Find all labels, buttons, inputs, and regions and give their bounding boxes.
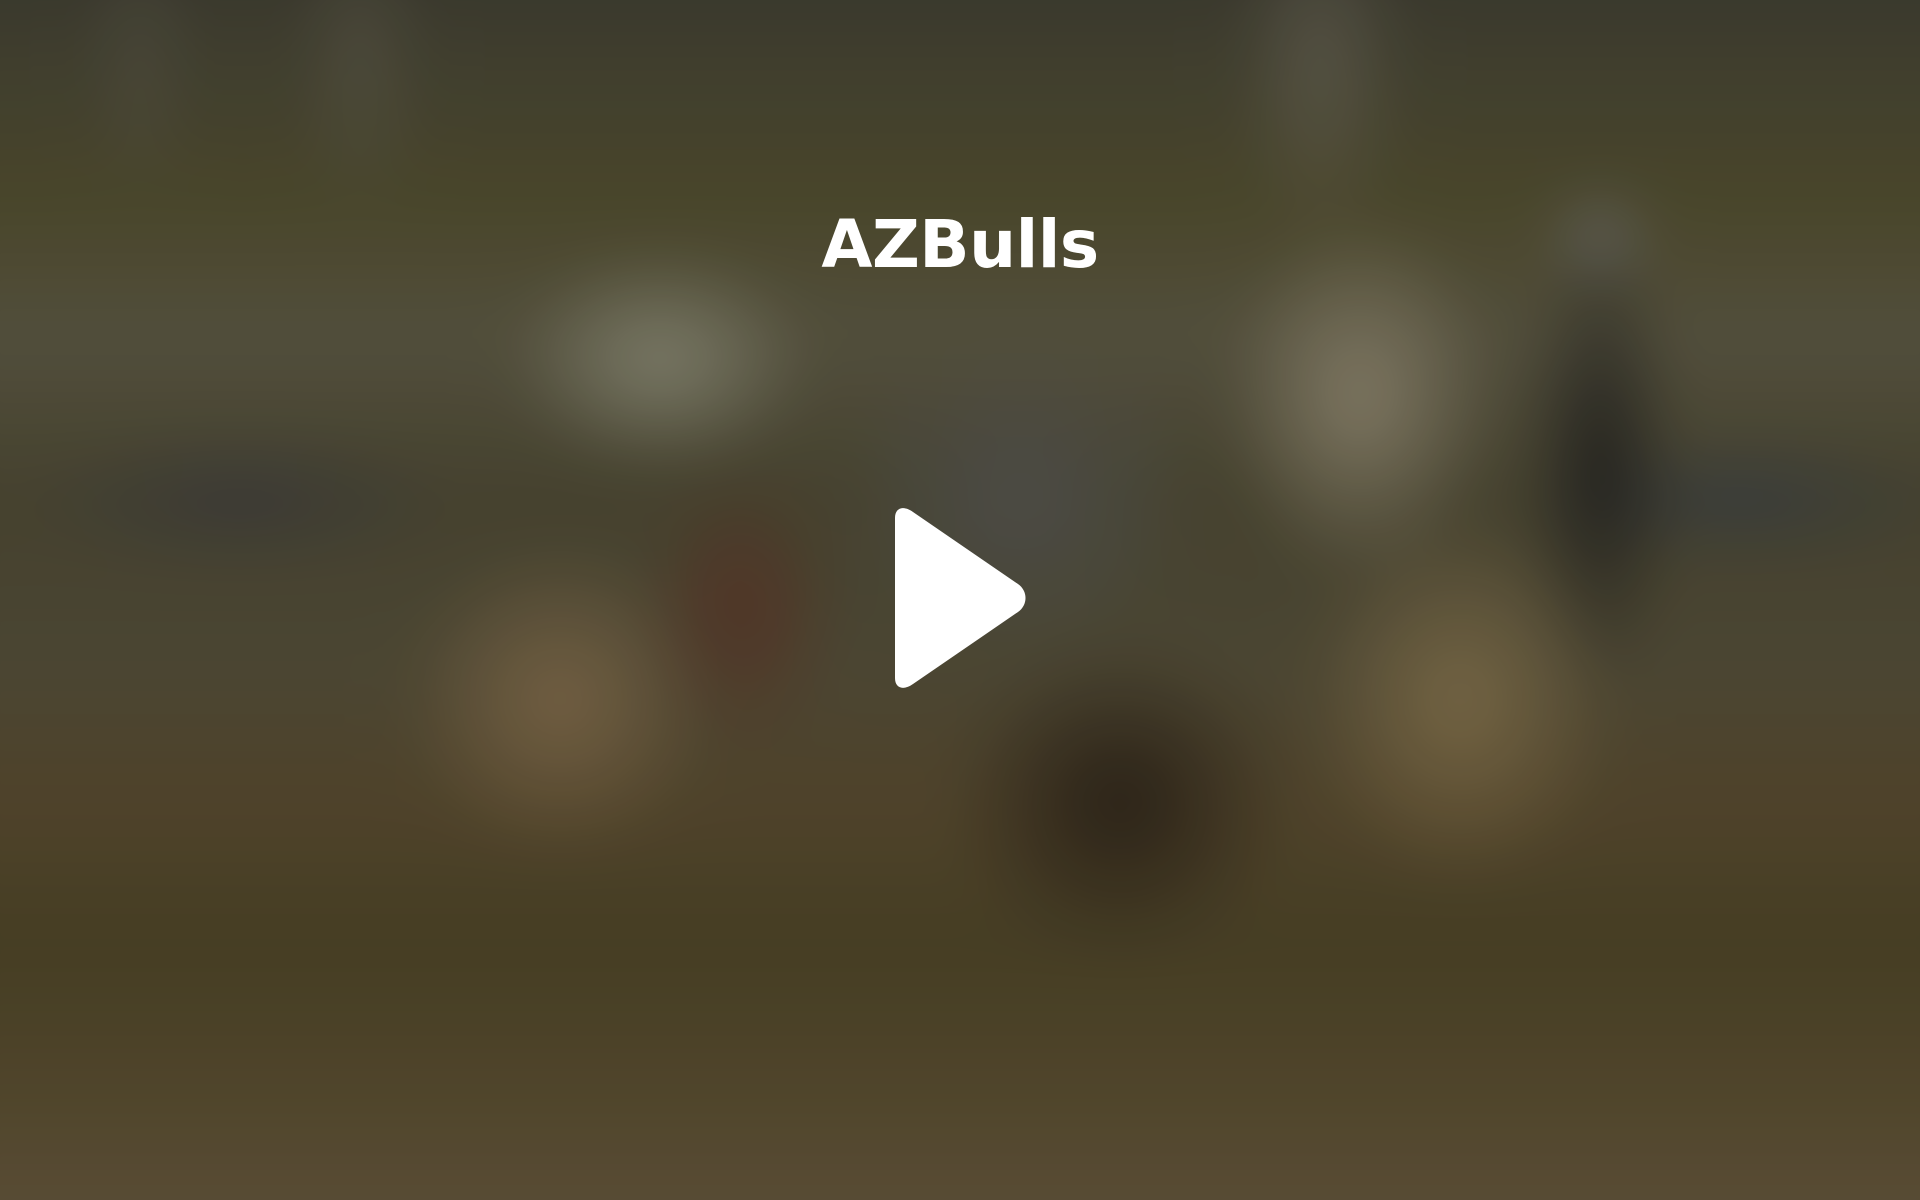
play-button[interactable] xyxy=(885,508,1035,688)
video-title: AZBulls xyxy=(821,206,1099,283)
video-player[interactable]: AZBulls xyxy=(0,0,1920,1200)
play-icon xyxy=(885,508,1035,688)
